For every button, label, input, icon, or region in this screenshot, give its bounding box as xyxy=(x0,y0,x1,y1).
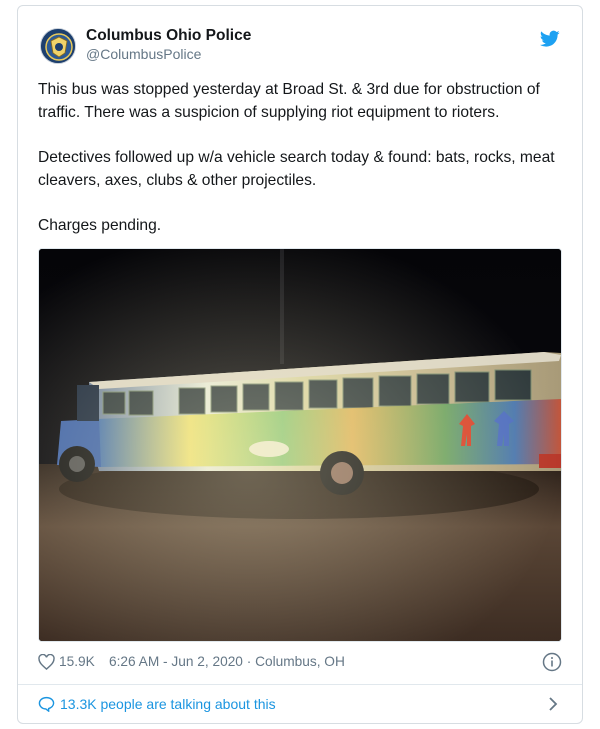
tweet-paragraph: Detectives followed up w/a vehicle searc… xyxy=(38,149,555,189)
tweet-card: Columbus Ohio Police @ColumbusPolice Thi… xyxy=(17,5,583,724)
chevron-right-icon[interactable] xyxy=(548,697,558,711)
like-count[interactable]: 15.9K xyxy=(59,654,95,669)
conversation-link[interactable]: 13.3K people are talking about this xyxy=(38,694,562,716)
speech-bubble-icon xyxy=(38,696,55,713)
tweet-paragraph: This bus was stopped yesterday at Broad … xyxy=(38,81,540,121)
account-handle[interactable]: @ColumbusPolice xyxy=(86,46,201,62)
avatar[interactable] xyxy=(40,28,76,64)
divider xyxy=(18,684,582,685)
tweet-photo[interactable] xyxy=(38,248,562,642)
tweet-timestamp[interactable]: 6:26 AM - Jun 2, 2020 · Columbus, OH xyxy=(109,654,345,669)
tweet-header: Columbus Ohio Police @ColumbusPolice xyxy=(38,26,562,66)
display-name[interactable]: Columbus Ohio Police xyxy=(86,27,251,45)
tweet-meta: 15.9K 6:26 AM - Jun 2, 2020 · Columbus, … xyxy=(38,652,562,674)
talking-count[interactable]: 13.3K people are talking about this xyxy=(60,696,276,712)
tweet-paragraph: Charges pending. xyxy=(38,217,162,234)
info-icon[interactable] xyxy=(542,652,562,672)
heart-icon[interactable] xyxy=(38,653,55,671)
bus-photo xyxy=(39,249,561,641)
tweet-text: This bus was stopped yesterday at Broad … xyxy=(38,78,563,259)
twitter-bird-icon[interactable] xyxy=(539,30,560,48)
